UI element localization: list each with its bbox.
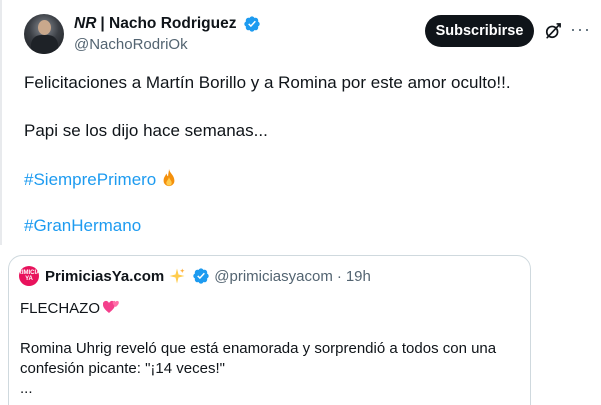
author-name-prefix: NR — [74, 15, 97, 32]
tweet-hashtag-row-2: #GranHermano — [24, 215, 141, 237]
thread-line — [0, 0, 2, 245]
quote-time: 19h — [345, 267, 371, 285]
author-name-text: | Nacho Rodriguez — [100, 15, 237, 32]
quote-handle: @primiciasyacom — [214, 267, 333, 285]
quote-header: PrimiciasYa.com @primiciasyacom · 19h — [45, 267, 371, 285]
tweet-line-1: Felicitaciones a Martín Borillo y a Romi… — [24, 73, 511, 92]
quote-line-2: Romina Uhrig reveló que está enamorada y… — [20, 340, 497, 357]
sparkle-icon — [169, 268, 185, 284]
hashtag-granhermano[interactable]: #GranHermano — [24, 216, 141, 235]
fire-icon — [163, 169, 175, 187]
quote-line-1-text: FLECHAZO — [20, 300, 101, 317]
tweet-line-2: Papi se los dijo hace semanas... — [24, 121, 268, 140]
more-icon[interactable]: ··· — [570, 19, 591, 39]
quote-line-4: ... — [20, 380, 33, 397]
quote-line-1: FLECHAZO — [20, 299, 121, 319]
quote-separator: · — [336, 267, 342, 285]
verified-badge-icon — [243, 16, 260, 32]
quoted-tweet-card[interactable]: PRIMICIAS YA PrimiciasYa.com @primiciasy… — [8, 255, 531, 405]
tweet-hashtag-row-1: #SiemprePrimero — [24, 168, 178, 191]
subscribe-button[interactable]: Subscribirse — [425, 15, 534, 47]
grok-icon[interactable] — [543, 21, 563, 41]
author-name[interactable]: NR | Nacho Rodriguez — [74, 15, 261, 33]
quote-avatar: PRIMICIAS YA — [14, 266, 45, 286]
avatar-head — [38, 20, 51, 35]
author-avatar[interactable] — [24, 14, 64, 54]
avatar-body — [31, 35, 58, 54]
quote-author-name: PrimiciasYa.com — [45, 267, 165, 285]
author-handle[interactable]: @NachoRodriOk — [74, 36, 188, 53]
quote-verified-badge-icon — [193, 268, 209, 284]
hearts-icon — [103, 300, 119, 313]
quote-line-3: confesión picante: "¡14 veces!" — [20, 360, 225, 377]
hashtag-siempreprimero[interactable]: #SiemprePrimero — [24, 170, 156, 189]
